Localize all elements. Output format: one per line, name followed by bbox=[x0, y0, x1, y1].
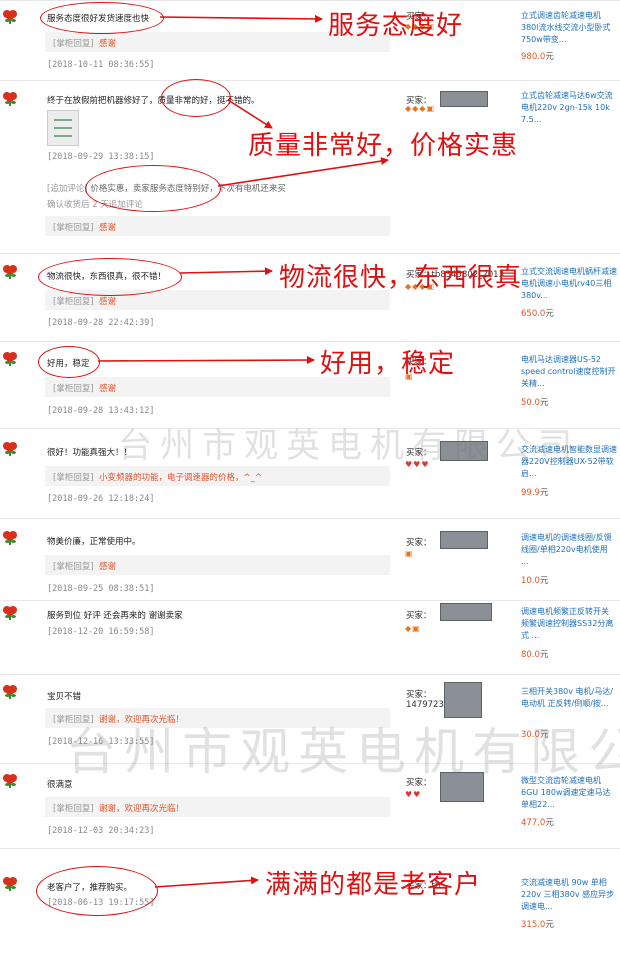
annotation-ellipse bbox=[38, 346, 100, 378]
product-price: 980.0元 bbox=[521, 52, 554, 62]
annotation-ellipse bbox=[38, 258, 182, 296]
product-link[interactable]: 交流减速电机 90w 单相220v 三相380v 感应异步调速电... bbox=[521, 877, 617, 913]
buyer-label: 买家： bbox=[406, 538, 432, 548]
product-price: 315.0元 bbox=[521, 920, 554, 930]
buyer-level-icons: ♥♥ bbox=[405, 790, 422, 799]
annotation-text: 服务态度好 bbox=[328, 11, 464, 41]
buyer-name-redacted bbox=[440, 91, 488, 107]
product-price: 10.0元 bbox=[521, 576, 549, 586]
buyer-label: 买家： bbox=[406, 611, 432, 621]
buyer-name-redacted bbox=[440, 531, 488, 549]
flower-icon bbox=[3, 352, 17, 366]
annotation-arrow bbox=[97, 356, 315, 365]
review-date: [2018-10-11 08:36:55] bbox=[47, 60, 155, 70]
flower-icon bbox=[3, 774, 17, 788]
product-price: 650.0元 bbox=[521, 309, 554, 319]
product-link[interactable]: 立式调速齿轮减速电机380l流水线交流小型卧式750w带变... bbox=[521, 10, 617, 46]
annotation-text: 物流很快，东西很真 bbox=[279, 263, 523, 293]
review-date: [2018-09-25 08:38:51] bbox=[47, 584, 155, 594]
annotation-text: 好用，稳定 bbox=[320, 349, 456, 379]
review-date: [2018-12-20 16:59:58] bbox=[47, 627, 155, 637]
product-price: 477.0元 bbox=[521, 818, 554, 828]
product-price: 99.9元 bbox=[521, 488, 549, 498]
annotation-arrow bbox=[179, 267, 273, 276]
flower-icon bbox=[3, 531, 17, 545]
buyer-level-icons: ◆◆◆▣ bbox=[405, 104, 436, 113]
annotation-ellipse bbox=[85, 165, 221, 212]
flower-icon bbox=[3, 685, 17, 699]
annotation-ellipse bbox=[40, 2, 164, 34]
review-date: [2018-09-28 22:42:39] bbox=[47, 318, 155, 328]
reply-box: [掌柜回复] 小变频器的功能，电子调速器的价格，^_^ bbox=[45, 466, 390, 486]
reply-box: [掌柜回复] 感谢 bbox=[45, 555, 390, 575]
flower-icon bbox=[3, 265, 17, 279]
product-price: 80.0元 bbox=[521, 650, 549, 660]
buyer-label: 买家： bbox=[406, 690, 432, 700]
buyer-name-redacted bbox=[440, 603, 492, 621]
review-date: [2018-09-28 13:43:12] bbox=[47, 406, 155, 416]
annotation-arrow bbox=[159, 14, 323, 23]
watermark: 台州市观英电机有限公司 bbox=[66, 723, 620, 781]
review-text: 宝贝不错 bbox=[47, 692, 82, 702]
product-link[interactable]: 调速电机频繁正反转开关 频繁调速控制器SS32分离式 ... bbox=[521, 606, 617, 642]
product-link[interactable]: 调速电机的调速线圈/反馈线圈/单相220v电机使用 ... bbox=[521, 532, 617, 568]
product-price: 50.0元 bbox=[521, 398, 549, 408]
reply-box: [掌柜回复] 感谢 bbox=[45, 216, 390, 236]
annotation-text: 质量非常好，价格实惠 bbox=[248, 131, 519, 161]
review-date: [2018-09-29 13:38:15] bbox=[47, 152, 155, 162]
annotation-ellipse bbox=[161, 79, 231, 117]
annotation-arrow bbox=[154, 876, 259, 888]
review-text: 服务到位 好评 还会再来的 谢谢卖家 bbox=[47, 611, 183, 621]
buyer-level-icons: ◆▣ bbox=[405, 624, 421, 633]
review-date: [2018-12-03 20:34:23] bbox=[47, 826, 155, 836]
review-date: [2018-09-26 12:18:24] bbox=[47, 494, 155, 504]
annotation-ellipse bbox=[36, 866, 158, 916]
buyer-level-icons: ▣ bbox=[405, 549, 414, 558]
flower-icon bbox=[3, 877, 17, 891]
review-text: 物美价廉，正常使用中。 bbox=[47, 537, 141, 547]
reply-box: [掌柜回复] 谢谢，欢迎再次光临！ bbox=[45, 797, 390, 817]
product-link[interactable]: 三相开关380v 电机/马达/电动机 正反转/倒顺/按... bbox=[521, 686, 617, 710]
reply-box: [掌柜回复] 感谢 bbox=[45, 377, 390, 397]
review-photo-thumbnail[interactable] bbox=[47, 110, 79, 146]
watermark: 台州市观英电机有限公司 bbox=[118, 426, 580, 466]
flower-icon bbox=[3, 92, 17, 106]
annotation-text: 满满的都是老客户 bbox=[265, 870, 482, 900]
flower-icon bbox=[3, 10, 17, 24]
product-link[interactable]: 立式交流调速电机蜗杆减速电机调速小电机rv40三相380v... bbox=[521, 266, 617, 302]
product-link[interactable]: 电机马达调速器US-52 speed control速度控制开关精... bbox=[521, 354, 617, 390]
flower-icon bbox=[3, 606, 17, 620]
flower-icon bbox=[3, 442, 17, 456]
buyer-name: 1479723 bbox=[406, 700, 444, 710]
product-link[interactable]: 立式齿轮减速马达6w交流电机220v 2gn-15k 10k 7.5... bbox=[521, 90, 617, 126]
